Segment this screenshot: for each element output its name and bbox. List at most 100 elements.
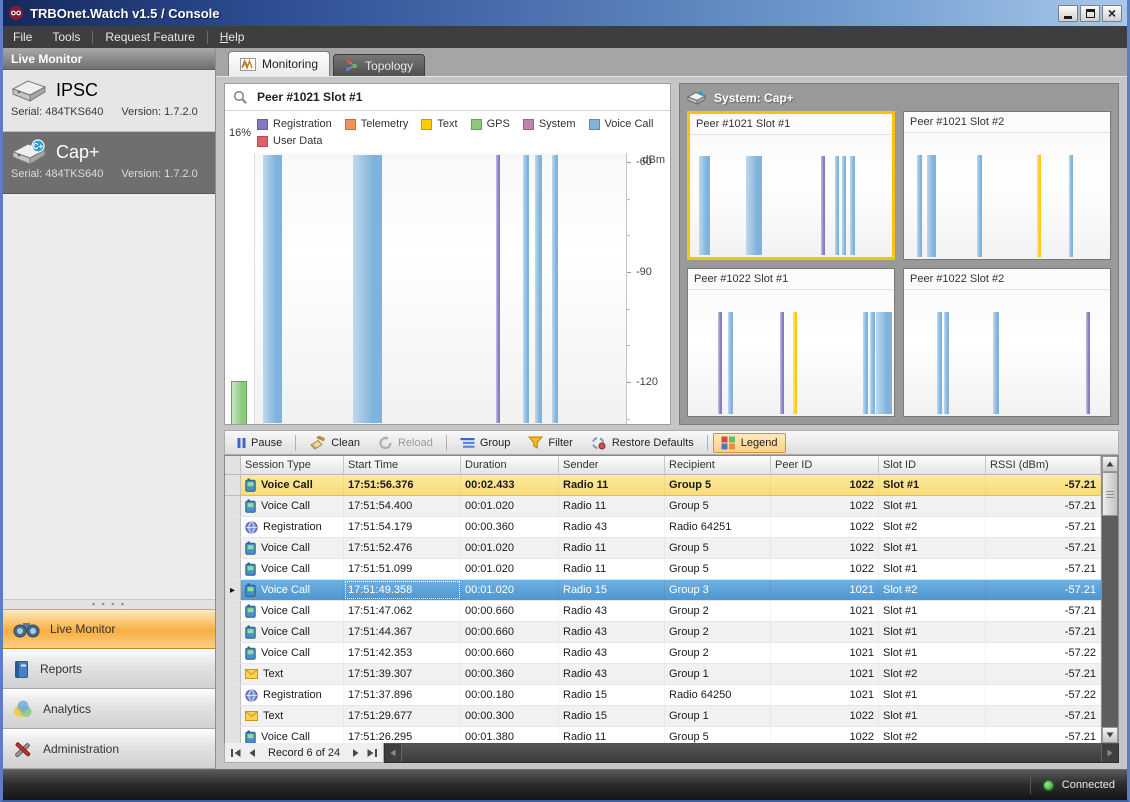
table-vertical-scrollbar[interactable] (1101, 456, 1118, 743)
table-row[interactable]: Voice Call17:51:56.37600:02.433Radio 11G… (225, 475, 1101, 496)
tools-icon (13, 740, 33, 759)
column-header-session-type[interactable]: Session Type (241, 456, 344, 474)
column-header-recipient[interactable]: Recipient (665, 456, 771, 474)
cell-text: Radio 15 (563, 689, 607, 701)
close-button[interactable]: × (1102, 5, 1122, 22)
scroll-right-button[interactable] (1102, 749, 1118, 757)
filter-button[interactable]: Filter (520, 433, 580, 452)
minimize-button[interactable] (1058, 5, 1078, 22)
device-item-cap[interactable]: C+Cap+Serial: 484TKS640Version: 1.7.2.0 (3, 132, 215, 194)
column-header-duration[interactable]: Duration (461, 456, 559, 474)
table-row[interactable]: Registration17:51:54.17900:00.360Radio 4… (225, 517, 1101, 538)
table-row[interactable]: Registration17:51:37.89600:00.180Radio 1… (225, 685, 1101, 706)
scroll-left-button[interactable] (385, 749, 401, 757)
cell-duration: 00:00.360 (461, 664, 559, 684)
cell-text: Slot #1 (883, 542, 917, 554)
table-row[interactable]: Text17:51:39.30700:00.360Radio 43Group 1… (225, 664, 1101, 685)
table-row[interactable]: Voice Call17:51:51.09900:01.020Radio 11G… (225, 559, 1101, 580)
scroll-down-button[interactable] (1102, 727, 1118, 743)
cell-recipient: Group 2 (665, 601, 771, 621)
column-header-rssi-dbm-[interactable]: RSSI (dBm) (986, 456, 1101, 474)
table-row[interactable]: Voice Call17:51:44.36700:00.660Radio 43G… (225, 622, 1101, 643)
table-row[interactable]: ▸Voice Call17:51:49.35800:01.020Radio 15… (225, 580, 1101, 601)
cell-text: Voice Call (261, 479, 313, 491)
axis-tick-label: -90 (636, 266, 652, 278)
legend-button[interactable]: Legend (713, 433, 786, 453)
clean-button[interactable]: Clean (301, 433, 368, 453)
cell-rssi-dbm-: -57.21 (986, 559, 1101, 579)
menu-item-file[interactable]: File (3, 26, 42, 48)
peer-chart-peer-1021-slot-2[interactable]: Peer #1021 Slot #2 (903, 111, 1111, 260)
row-indicator (225, 706, 241, 726)
maximize-button[interactable] (1080, 5, 1100, 22)
row-indicator (225, 643, 241, 663)
cell-text: Group 2 (669, 647, 709, 659)
restore-defaults-button[interactable]: Restore Defaults (583, 433, 702, 453)
system-panel: System: Cap+ Peer #1021 Slot #1Peer #102… (679, 83, 1119, 425)
column-header-slot-id[interactable]: Slot ID (879, 456, 986, 474)
cell-duration: 00:01.380 (461, 727, 559, 743)
minimize-icon (1064, 16, 1072, 19)
group-button[interactable]: Group (452, 434, 519, 452)
cell-text: Radio 64250 (669, 689, 731, 701)
previous-record-button[interactable] (247, 748, 257, 758)
sidebar-nav-administration[interactable]: Administration (3, 729, 215, 769)
menu-item-request-feature[interactable]: Request Feature (95, 26, 204, 48)
cell-text: Voice Call (261, 563, 310, 575)
pause-button[interactable]: Pause (229, 434, 290, 452)
magnifier-icon[interactable] (233, 90, 248, 105)
peer-chart-peer-1021-slot-1[interactable]: Peer #1021 Slot #1 (687, 111, 895, 260)
horizontal-scrollbar-thumb[interactable] (401, 744, 1102, 762)
sidebar-nav-live-monitor[interactable]: Live Monitor (3, 609, 215, 649)
cell-session-type: Voice Call (241, 727, 344, 743)
column-header-start-time[interactable]: Start Time (344, 456, 461, 474)
cell-session-type: Voice Call (241, 538, 344, 558)
table-row[interactable]: Text17:51:29.67700:00.300Radio 15Group 1… (225, 706, 1101, 727)
column-header-sender[interactable]: Sender (559, 456, 665, 474)
peer-chart-title: Peer #1021 Slot #2 (904, 112, 1110, 133)
main-chart-plot[interactable] (255, 153, 626, 424)
menu-item-tools[interactable]: Tools (42, 26, 90, 48)
chart-bar (793, 312, 797, 414)
scroll-up-button[interactable] (1102, 456, 1118, 472)
vertical-scrollbar-thumb[interactable] (1102, 472, 1118, 516)
sidebar-nav-reports[interactable]: Reports (3, 649, 215, 689)
cell-text: Slot #1 (883, 647, 917, 659)
chart-bar (728, 312, 733, 414)
cell-start-time: 17:51:49.358 (344, 580, 461, 600)
row-indicator-header (225, 456, 241, 474)
cell-text: Registration (263, 521, 322, 533)
cell-sender: Radio 11 (559, 538, 665, 558)
first-record-button[interactable] (230, 748, 242, 758)
voice-call-icon (245, 478, 256, 492)
table-row[interactable]: Voice Call17:51:52.47600:01.020Radio 11G… (225, 538, 1101, 559)
cell-recipient: Group 1 (665, 664, 771, 684)
table-row[interactable]: Voice Call17:51:42.35300:00.660Radio 43G… (225, 643, 1101, 664)
cell-duration: 00:01.020 (461, 538, 559, 558)
sidebar: Live Monitor IPSCSerial: 484TKS640Versio… (3, 48, 216, 769)
peer-chart-peer-1022-slot-2[interactable]: Peer #1022 Slot #2 (903, 268, 1111, 417)
cell-peer-id: 1022 (771, 559, 879, 579)
cell-text: Slot #1 (883, 689, 917, 701)
cell-text: -57.21 (1065, 542, 1096, 554)
table-horizontal-scrollbar[interactable] (384, 743, 1119, 763)
table-header-row: Session TypeStart TimeDurationSenderReci… (225, 456, 1101, 475)
sidebar-nav-analytics[interactable]: Analytics (3, 689, 215, 729)
menu-item-help[interactable]: Help (210, 26, 255, 48)
status-bar: Connected (3, 769, 1127, 800)
tab-topology[interactable]: Topology (333, 54, 425, 76)
column-header-peer-id[interactable]: Peer ID (771, 456, 879, 474)
device-item-ipsc[interactable]: IPSCSerial: 484TKS640Version: 1.7.2.0 (3, 70, 215, 132)
last-record-button[interactable] (366, 748, 378, 758)
vertical-scrollbar-track[interactable] (1102, 516, 1118, 727)
cell-sender: Radio 43 (559, 643, 665, 663)
table-row[interactable]: Voice Call17:51:54.40000:01.020Radio 11G… (225, 496, 1101, 517)
chart-bar (917, 155, 922, 257)
tab-monitoring[interactable]: Monitoring (228, 51, 330, 76)
peer-chart-peer-1022-slot-1[interactable]: Peer #1022 Slot #1 (687, 268, 895, 417)
sidebar-splitter[interactable]: ▪ ▪ ▪ ▪ (3, 599, 215, 609)
table-row[interactable]: Voice Call17:51:47.06200:00.660Radio 43G… (225, 601, 1101, 622)
cell-slot-id: Slot #2 (879, 664, 986, 684)
table-row[interactable]: Voice Call17:51:26.29500:01.380Radio 11G… (225, 727, 1101, 743)
next-record-button[interactable] (351, 748, 361, 758)
